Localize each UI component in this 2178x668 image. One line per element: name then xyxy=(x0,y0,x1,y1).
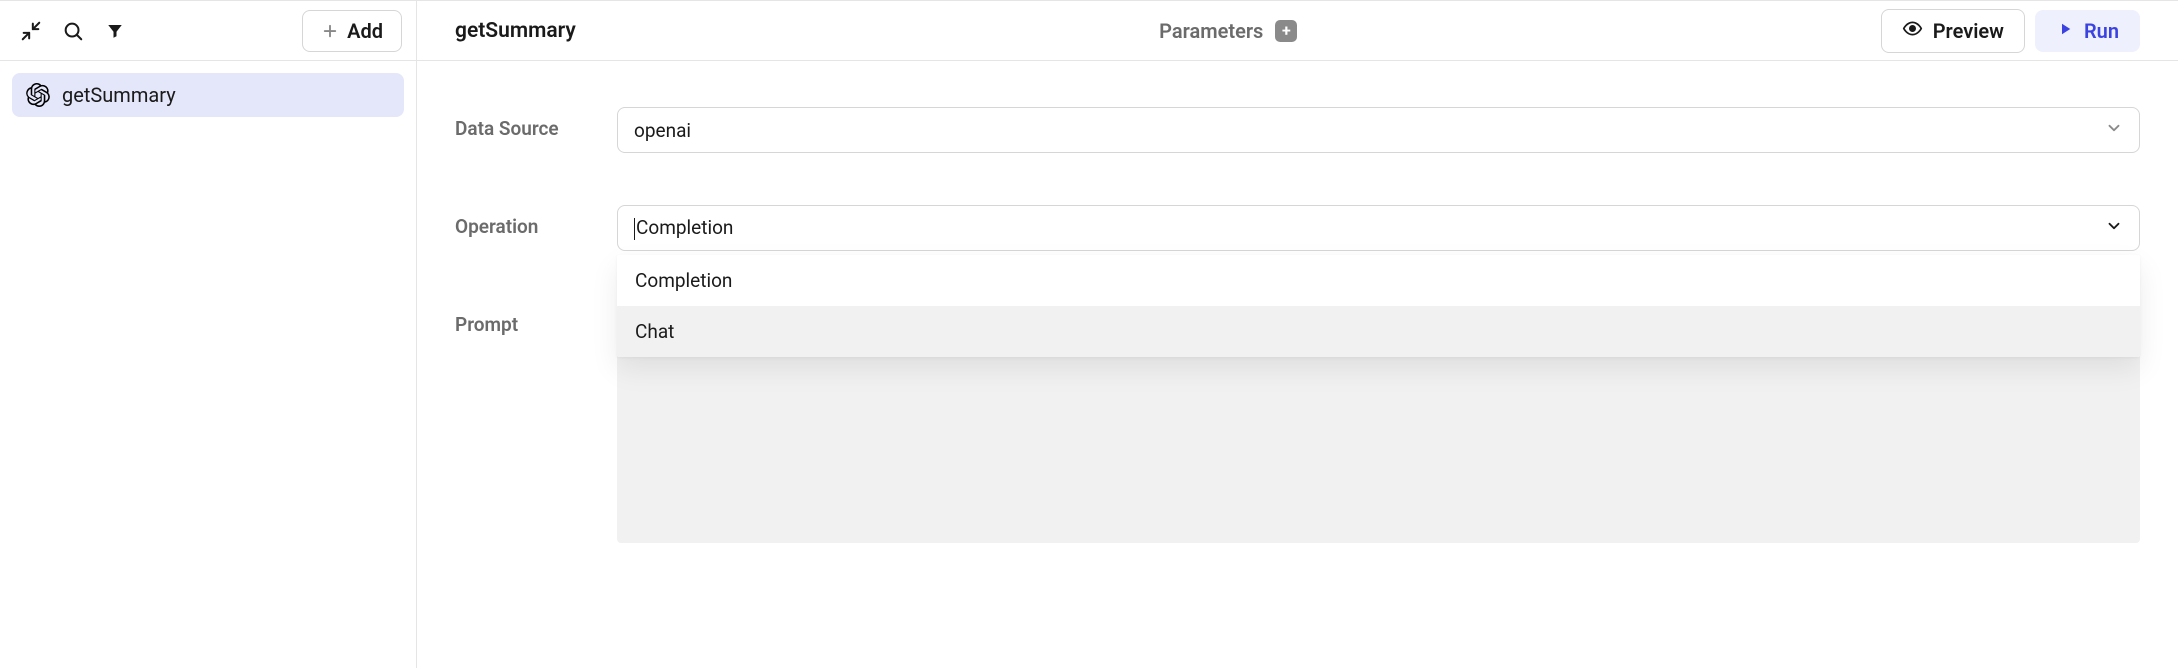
sidebar-item-label: getSummary xyxy=(62,83,176,107)
page-title: getSummary xyxy=(455,19,576,43)
collapse-icon[interactable] xyxy=(14,14,48,48)
filter-icon[interactable] xyxy=(98,14,132,48)
run-button[interactable]: Run xyxy=(2035,10,2140,52)
search-icon[interactable] xyxy=(56,14,90,48)
openai-icon xyxy=(26,83,50,107)
play-icon xyxy=(2056,19,2074,43)
eye-icon xyxy=(1902,18,1923,44)
preview-button-label: Preview xyxy=(1933,19,2004,43)
add-parameter-button[interactable]: + xyxy=(1275,20,1297,42)
sidebar-item-getsummary[interactable]: getSummary xyxy=(12,73,404,117)
chevron-down-icon xyxy=(2105,217,2123,240)
main-panel: getSummary Parameters + Preview xyxy=(417,1,2178,668)
plus-icon xyxy=(321,22,339,40)
operation-option-completion[interactable]: Completion xyxy=(617,255,2140,306)
operation-value: Completion xyxy=(634,216,733,240)
sidebar-body: getSummary xyxy=(0,61,416,129)
operation-option-chat[interactable]: Chat xyxy=(617,306,2140,357)
sidebar: Add getSummary xyxy=(0,1,417,668)
add-button-label: Add xyxy=(347,19,383,43)
preview-button[interactable]: Preview xyxy=(1881,9,2025,53)
operation-select[interactable]: Completion xyxy=(617,205,2140,251)
data-source-label: Data Source xyxy=(455,107,617,153)
operation-dropdown: Completion Chat xyxy=(617,255,2140,357)
form: Data Source openai Operation xyxy=(417,61,2178,641)
operation-label: Operation xyxy=(455,205,617,251)
parameters-section: Parameters + xyxy=(576,19,1881,43)
add-button[interactable]: Add xyxy=(302,10,402,52)
chevron-down-icon xyxy=(2105,119,2123,142)
data-source-select[interactable]: openai xyxy=(617,107,2140,153)
sidebar-header: Add xyxy=(0,1,416,61)
parameters-label: Parameters xyxy=(1159,19,1263,43)
data-source-value: openai xyxy=(634,119,691,142)
main-header: getSummary Parameters + Preview xyxy=(417,1,2178,61)
prompt-label: Prompt xyxy=(455,303,617,543)
run-button-label: Run xyxy=(2084,19,2119,43)
